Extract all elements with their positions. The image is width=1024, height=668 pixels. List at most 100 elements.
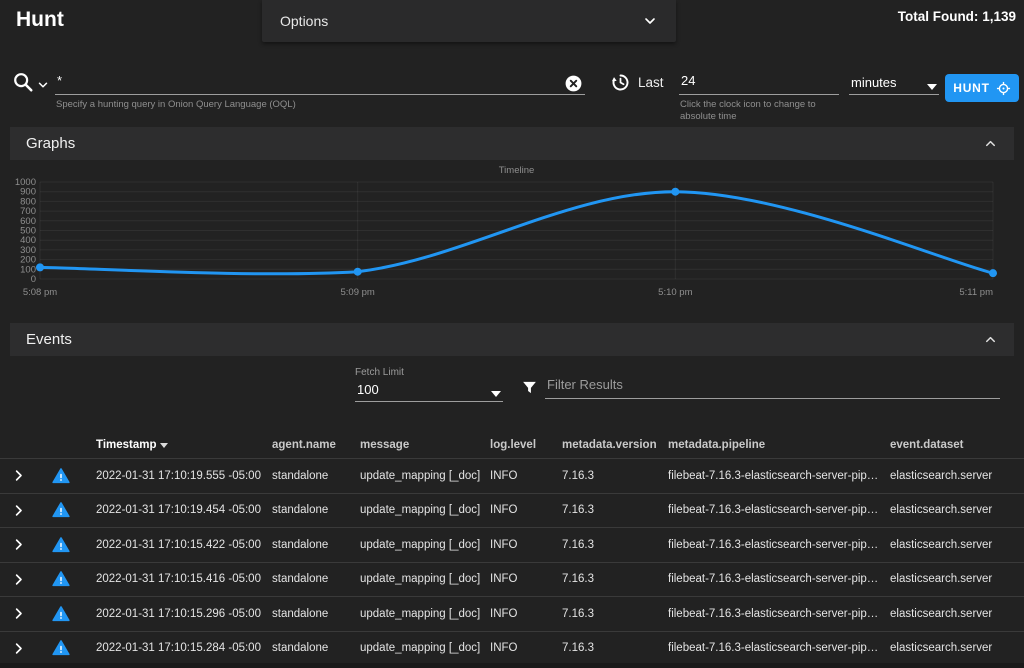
- row-expand-chevron-icon[interactable]: [0, 503, 44, 518]
- x-tick-label: 5:10 pm: [658, 287, 692, 298]
- query-hint: Specify a hunting query in Onion Query L…: [56, 99, 296, 111]
- events-section-title: Events: [26, 331, 72, 348]
- y-tick-label: 300: [20, 245, 36, 256]
- cell-metadata-version: 7.16.3: [562, 573, 668, 585]
- row-expand-chevron-icon[interactable]: [0, 537, 44, 552]
- query-mode-chevron-icon[interactable]: [36, 78, 50, 92]
- column-header-metadata-version[interactable]: metadata.version: [562, 439, 668, 451]
- time-unit-value: minutes: [851, 75, 897, 90]
- cell-metadata-pipeline: filebeat-7.16.3-elasticsearch-server-pip…: [668, 642, 890, 654]
- cell-event-dataset: elasticsearch.server: [890, 642, 1024, 654]
- crosshair-icon: [996, 81, 1011, 96]
- table-row[interactable]: 2022-01-31 17:10:15.422 -05:00 standalon…: [0, 527, 1024, 562]
- y-tick-label: 0: [31, 274, 36, 285]
- column-header-agent-name[interactable]: agent.name: [272, 439, 360, 451]
- cell-message: update_mapping [_doc]: [360, 573, 490, 585]
- table-row[interactable]: 2022-01-31 17:10:15.296 -05:00 standalon…: [0, 596, 1024, 631]
- total-found-label: Total Found:: [898, 9, 979, 24]
- options-label: Options: [280, 13, 328, 29]
- cell-event-dataset: elasticsearch.server: [890, 608, 1024, 620]
- column-header-message[interactable]: message: [360, 439, 490, 451]
- cell-metadata-pipeline: filebeat-7.16.3-elasticsearch-server-pip…: [668, 504, 890, 516]
- table-row[interactable]: 2022-01-31 17:10:19.454 -05:00 standalon…: [0, 493, 1024, 528]
- search-icon: [12, 71, 34, 93]
- cell-message: update_mapping [_doc]: [360, 504, 490, 516]
- y-tick-label: 800: [20, 196, 36, 207]
- events-table: Timestamp agent.name message log.level m…: [0, 432, 1024, 665]
- clear-query-icon[interactable]: [564, 74, 583, 93]
- column-header-event-dataset[interactable]: event.dataset: [890, 439, 1024, 451]
- hunt-button[interactable]: HUNT: [945, 74, 1019, 102]
- filter-funnel-icon: [521, 379, 538, 396]
- chart-title: Timeline: [499, 165, 535, 176]
- query-input[interactable]: [55, 68, 585, 95]
- cell-timestamp: 2022-01-31 17:10:15.296 -05:00: [96, 608, 272, 620]
- cell-message: update_mapping [_doc]: [360, 642, 490, 654]
- time-unit-select[interactable]: minutes: [849, 68, 939, 95]
- event-warning-icon[interactable]: [44, 501, 96, 519]
- row-expand-chevron-icon[interactable]: [0, 572, 44, 587]
- horizontal-scrollbar-track[interactable]: [0, 663, 1024, 668]
- chevron-down-icon: [642, 13, 658, 29]
- fetch-limit-select[interactable]: 100: [355, 378, 503, 402]
- cell-log-level: INFO: [490, 504, 562, 516]
- cell-log-level: INFO: [490, 573, 562, 585]
- y-tick-label: 600: [20, 216, 36, 227]
- timeline-chart: Timeline01002003004005006007008009001000…: [10, 164, 1014, 304]
- fetch-limit-value: 100: [357, 382, 379, 397]
- filter-results-input[interactable]: [545, 372, 1000, 399]
- column-header-log-level[interactable]: log.level: [490, 439, 562, 451]
- fetch-limit-field: Fetch Limit 100: [355, 367, 503, 402]
- cell-agent-name: standalone: [272, 642, 360, 654]
- row-expand-chevron-icon[interactable]: [0, 468, 44, 483]
- cell-message: update_mapping [_doc]: [360, 608, 490, 620]
- table-row[interactable]: 2022-01-31 17:10:15.416 -05:00 standalon…: [0, 562, 1024, 597]
- row-expand-chevron-icon[interactable]: [0, 606, 44, 621]
- event-warning-icon[interactable]: [44, 605, 96, 623]
- data-point: [671, 188, 679, 196]
- event-warning-icon[interactable]: [44, 570, 96, 588]
- cell-metadata-version: 7.16.3: [562, 539, 668, 551]
- event-warning-icon[interactable]: [44, 467, 96, 485]
- graphs-section-header[interactable]: Graphs: [10, 127, 1014, 160]
- column-header-timestamp[interactable]: Timestamp: [96, 439, 272, 451]
- graphs-section-title: Graphs: [26, 135, 75, 152]
- duration-input[interactable]: [679, 68, 839, 95]
- events-section-header[interactable]: Events: [10, 323, 1014, 356]
- cell-log-level: INFO: [490, 539, 562, 551]
- menu-down-icon: [927, 84, 937, 90]
- event-warning-icon[interactable]: [44, 639, 96, 657]
- y-tick-label: 500: [20, 226, 36, 237]
- cell-agent-name: standalone: [272, 470, 360, 482]
- history-clock-icon[interactable]: [610, 72, 631, 93]
- cell-agent-name: standalone: [272, 504, 360, 516]
- page-title: Hunt: [16, 8, 64, 32]
- cell-timestamp: 2022-01-31 17:10:19.555 -05:00: [96, 470, 272, 482]
- cell-metadata-version: 7.16.3: [562, 470, 668, 482]
- cell-timestamp: 2022-01-31 17:10:15.284 -05:00: [96, 642, 272, 654]
- event-warning-icon[interactable]: [44, 536, 96, 554]
- total-found: Total Found: 1,139: [898, 9, 1016, 24]
- cell-timestamp: 2022-01-31 17:10:19.454 -05:00: [96, 504, 272, 516]
- sort-desc-icon: [160, 443, 168, 448]
- data-point: [989, 269, 997, 277]
- table-row[interactable]: 2022-01-31 17:10:15.284 -05:00 standalon…: [0, 631, 1024, 666]
- table-row[interactable]: 2022-01-31 17:10:19.555 -05:00 standalon…: [0, 458, 1024, 493]
- cell-event-dataset: elasticsearch.server: [890, 504, 1024, 516]
- cell-log-level: INFO: [490, 470, 562, 482]
- fetch-limit-label: Fetch Limit: [355, 367, 503, 378]
- cell-event-dataset: elasticsearch.server: [890, 539, 1024, 551]
- hunt-button-label: HUNT: [953, 81, 990, 95]
- row-expand-chevron-icon[interactable]: [0, 641, 44, 656]
- y-tick-label: 100: [20, 264, 36, 275]
- cell-event-dataset: elasticsearch.server: [890, 470, 1024, 482]
- column-header-metadata-pipeline[interactable]: metadata.pipeline: [668, 439, 890, 451]
- menu-down-icon: [491, 391, 501, 397]
- cell-message: update_mapping [_doc]: [360, 539, 490, 551]
- cell-log-level: INFO: [490, 642, 562, 654]
- cell-event-dataset: elasticsearch.server: [890, 573, 1024, 585]
- y-tick-label: 900: [20, 187, 36, 198]
- cell-timestamp: 2022-01-31 17:10:15.416 -05:00: [96, 573, 272, 585]
- cell-metadata-version: 7.16.3: [562, 608, 668, 620]
- options-expansion-panel[interactable]: Options: [262, 0, 676, 42]
